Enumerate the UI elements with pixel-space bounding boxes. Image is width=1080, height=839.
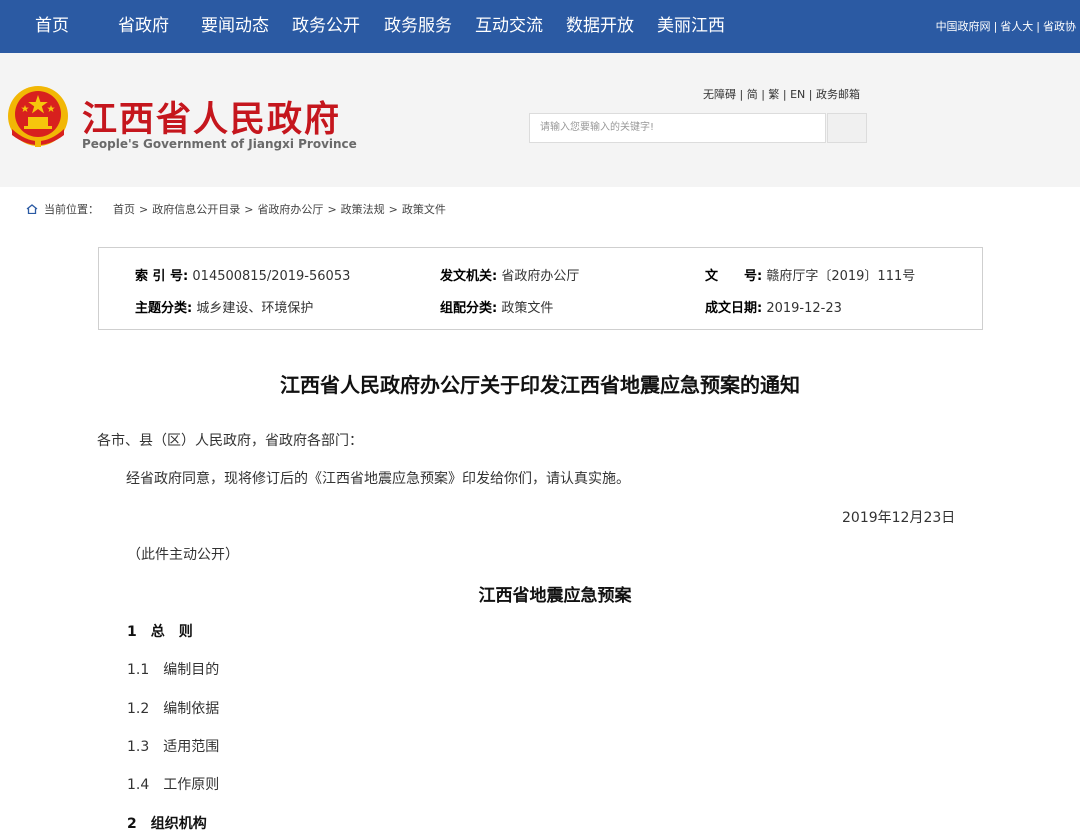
nav-item-news[interactable]: 要闻动态: [201, 0, 269, 53]
link-provincial-congress[interactable]: 省人大: [1000, 20, 1033, 33]
site-header: 江西省人民政府 People's Government of Jiangxi P…: [0, 53, 1080, 187]
meta-category-value: 政策文件: [501, 301, 554, 316]
breadcrumb-arrow: >: [139, 203, 149, 216]
article-title: 江西省人民政府办公厅关于印发江西省地震应急预案的通知: [280, 373, 800, 397]
site-name-chinese[interactable]: 江西省人民政府: [82, 91, 341, 142]
meta-topic-label: 主题分类:: [135, 301, 193, 316]
utility-links: 无障碍 | 简 | 繁 | EN | 政务邮箱: [703, 88, 860, 101]
link-simplified[interactable]: 简: [747, 88, 758, 101]
breadcrumb-label: 当前位置：: [44, 203, 99, 216]
meta-doc-number: 文 号: 赣府厅字〔2019〕111号: [705, 265, 915, 284]
meta-doc-number-value: 赣府厅字〔2019〕111号: [766, 269, 916, 284]
top-right-links: 中国政府网 | 省人大 | 省政协: [936, 0, 1076, 53]
link-china-gov[interactable]: 中国政府网: [936, 20, 991, 33]
meta-doc-number-label: 文 号:: [705, 269, 763, 284]
meta-category: 组配分类: 政策文件: [440, 297, 553, 316]
document-meta-box: 索 引 号: 014500815/2019-56053 发文机关: 省政府办公厅…: [98, 247, 983, 330]
section-1-1: 1.1 编制目的: [127, 662, 220, 678]
breadcrumb-item-policy-docs[interactable]: 政策文件: [402, 203, 446, 216]
section-1-heading: 1 总 则: [127, 624, 193, 640]
meta-index: 索 引 号: 014500815/2019-56053: [135, 265, 350, 284]
section-2-heading: 2 组织机构: [127, 816, 207, 832]
top-navigation: 首页 省政府 要闻动态 政务公开 政务服务 互动交流 数据开放 美丽江西 中国政…: [0, 0, 1080, 53]
meta-index-label: 索 引 号:: [135, 269, 189, 284]
section-1-3: 1.3 适用范围: [127, 739, 220, 755]
search-input[interactable]: 请输入您要输入的关键字!: [529, 113, 826, 143]
breadcrumb-arrow: >: [244, 203, 254, 216]
meta-issuer-value: 省政府办公厅: [501, 269, 580, 284]
plan-title: 江西省地震应急预案: [478, 586, 632, 606]
meta-issuer: 发文机关: 省政府办公厅: [440, 265, 579, 284]
nav-item-government-services[interactable]: 政务服务: [384, 0, 452, 53]
search-button[interactable]: [827, 113, 867, 143]
article-public-note: （此件主动公开）: [127, 547, 239, 563]
breadcrumb: 当前位置： 首页 > 政府信息公开目录 > 省政府办公厅 > 政策法规 > 政策文件: [26, 201, 446, 217]
nav-item-interaction[interactable]: 互动交流: [475, 0, 543, 53]
meta-date-label: 成文日期:: [705, 301, 763, 316]
breadcrumb-arrow: >: [388, 203, 398, 216]
article-body: 经省政府同意，现将修订后的《江西省地震应急预案》印发给你们，请认真实施。: [126, 471, 630, 487]
link-gov-email[interactable]: 政务邮箱: [816, 88, 860, 101]
home-icon: [26, 204, 38, 214]
national-emblem-icon[interactable]: [6, 83, 70, 149]
nav-item-open-data[interactable]: 数据开放: [566, 0, 634, 53]
site-name-english: People's Government of Jiangxi Province: [82, 137, 357, 151]
section-1-4: 1.4 工作原则: [127, 777, 220, 793]
separator: |: [993, 20, 998, 33]
nav-item-home[interactable]: 首页: [35, 0, 69, 53]
nav-item-beautiful-jiangxi[interactable]: 美丽江西: [657, 0, 725, 53]
nav-item-provincial-government[interactable]: 省政府: [118, 0, 169, 53]
link-accessibility[interactable]: 无障碍: [703, 88, 736, 101]
breadcrumb-item-office[interactable]: 省政府办公厅: [257, 203, 323, 216]
meta-issuer-label: 发文机关:: [440, 269, 498, 284]
breadcrumb-item-home[interactable]: 首页: [113, 203, 135, 216]
meta-date-value: 2019-12-23: [766, 301, 842, 316]
meta-topic-value: 城乡建设、环境保护: [196, 301, 314, 316]
breadcrumb-arrow: >: [327, 203, 337, 216]
link-english[interactable]: EN: [790, 88, 805, 101]
section-1-2: 1.2 编制依据: [127, 701, 220, 717]
meta-category-label: 组配分类:: [440, 301, 498, 316]
breadcrumb-item-catalog[interactable]: 政府信息公开目录: [152, 203, 240, 216]
meta-topic: 主题分类: 城乡建设、环境保护: [135, 297, 313, 316]
article-date: 2019年12月23日: [842, 510, 956, 526]
link-traditional[interactable]: 繁: [768, 88, 779, 101]
meta-date: 成文日期: 2019-12-23: [705, 297, 842, 316]
article-salutation: 各市、县（区）人民政府，省政府各部门：: [97, 433, 363, 449]
nav-item-government-affairs[interactable]: 政务公开: [292, 0, 360, 53]
breadcrumb-item-policies[interactable]: 政策法规: [341, 203, 385, 216]
meta-index-value: 014500815/2019-56053: [192, 269, 351, 284]
link-provincial-cppcc[interactable]: 省政协: [1043, 20, 1076, 33]
separator: |: [1036, 20, 1040, 33]
